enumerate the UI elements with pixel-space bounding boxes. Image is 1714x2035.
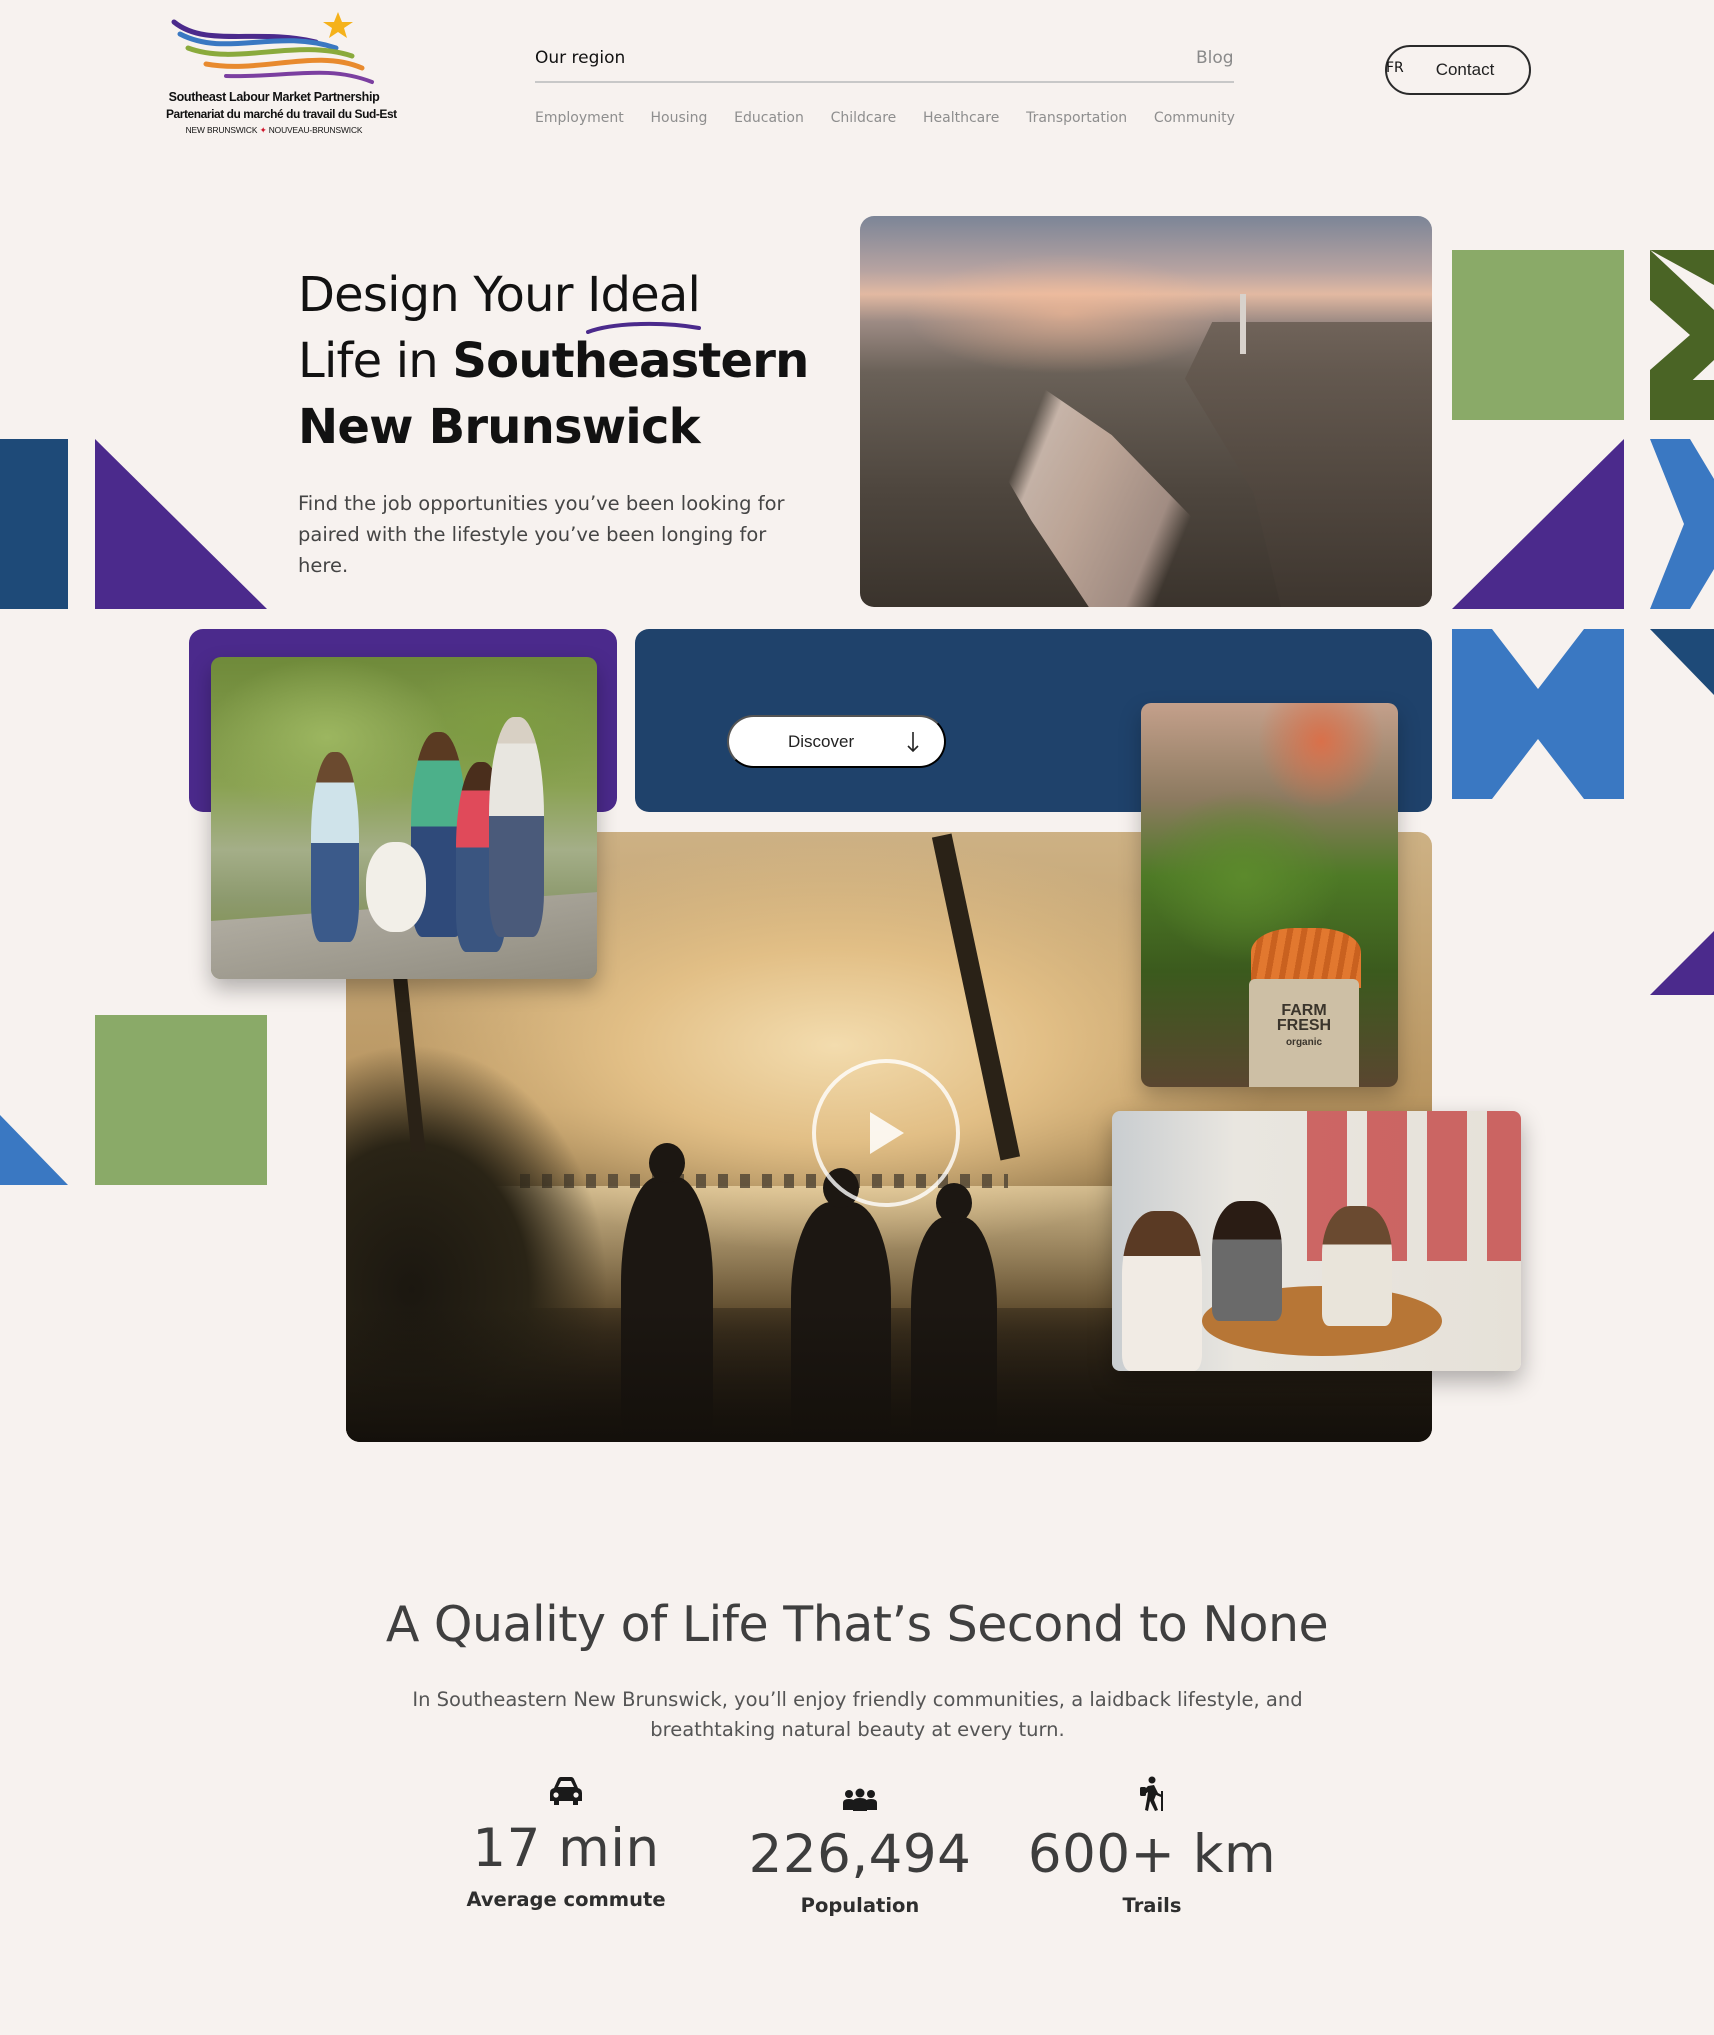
language-toggle-fr[interactable]: FR [1386,60,1404,76]
bag-label: FARM FRESH organic [1249,1003,1359,1050]
logo-text-province: NEW BRUNSWICK ✦ NOUVEAU-BRUNSWICK [166,125,382,135]
car-icon [436,1770,696,1806]
family-walking-photo [211,657,597,979]
subnav-childcare[interactable]: Childcare [831,110,897,126]
stat-population: 226,494 Population [730,1776,990,1917]
deco-navy-triangle-right [1650,629,1714,695]
logo-swoosh-icon [171,12,374,84]
person-shape [1122,1211,1202,1371]
subnav-transportation[interactable]: Transportation [1026,110,1127,126]
hero-subtitle: Find the job opportunities you’ve been l… [298,492,785,577]
logo-province-en: NEW BRUNSWICK [185,125,258,135]
stat-population-value: 226,494 [748,1824,972,1885]
quality-title: A Quality of Life That’s Second to None [385,1596,1329,1653]
hero-title-part1: Design Your [298,267,588,323]
stat-trails-value: 600+ km [1027,1824,1277,1885]
deco-purple-triangle-lower-right [1650,931,1714,995]
stat-trails: 600+ km Trails [1022,1776,1282,1917]
stat-trails-label: Trails [1122,1894,1182,1917]
restaurant-friends-photo [1112,1111,1521,1371]
logo-province-fr: NOUVEAU-BRUNSWICK [268,125,363,135]
subnav-healthcare[interactable]: Healthcare [923,110,999,126]
nav-our-region[interactable]: Our region [535,48,625,68]
bag-shape: FARM FRESH organic [1249,979,1359,1087]
deco-blue-triangle-left [0,1115,68,1185]
nav-blog[interactable]: Blog [1196,48,1234,68]
hero-title: Design Your Ideal Life in Southeastern N… [298,262,818,460]
contact-button[interactable]: Contact [1385,45,1531,95]
bag-label-line3: organic [1285,1037,1323,1048]
stat-commute-value: 17 min [472,1818,660,1879]
hiker-icon [1022,1776,1282,1812]
nav-divider [535,81,1234,83]
hero-title-part2: Life in [298,333,453,389]
deco-green-square-left [95,1015,267,1185]
dog-shape [366,842,426,932]
deco-blue-chevron-right [1650,439,1714,609]
stat-population-label: Population [800,1894,920,1917]
bag-label-line2: FRESH [1276,1017,1332,1034]
maple-leaf-icon: ✦ [259,125,267,135]
discover-label: Discover [788,731,855,751]
subnav-community[interactable]: Community [1154,110,1235,126]
subnav: Employment Housing Education Childcare H… [535,110,1235,126]
logo-text-fr: Partenariat du marché du travail du Sud-… [166,107,397,121]
person-shape [489,717,544,937]
arrow-down-icon [907,731,919,752]
person-shape [311,752,359,942]
tower-shape [1240,294,1247,355]
river-aerial-photo [860,216,1432,607]
hero-title-bold1: Southeastern [452,333,809,389]
deco-darkgreen-chevron-right [1650,250,1714,420]
hero-title-highlight: Ideal [586,262,702,334]
play-button[interactable] [812,1059,960,1207]
people-icon [730,1776,990,1812]
deco-purple-triangle-right [1452,439,1624,609]
deco-blue-rect-left [0,439,68,609]
person-shape [1397,1211,1507,1371]
stat-commute: 17 min Average commute [436,1770,696,1911]
logo-text-en: Southeast Labour Market Partnership [168,90,380,104]
subnav-employment[interactable]: Employment [535,110,624,126]
farmers-market-photo: FARM FRESH organic [1141,703,1398,1087]
deco-purple-triangle-left [95,439,267,609]
person-shape [1212,1201,1282,1321]
subnav-education[interactable]: Education [734,110,804,126]
hero-title-bold2: New Brunswick [298,399,701,455]
subnav-housing[interactable]: Housing [650,110,707,126]
person-shape [1322,1206,1392,1326]
stat-commute-label: Average commute [466,1888,666,1911]
hero-title-ideal: Ideal [587,267,701,323]
logo[interactable]: Southeast Labour Market Partnership Part… [166,8,397,140]
discover-button[interactable]: Discover [727,715,946,768]
deco-blue-bowtie-right [1452,629,1624,799]
play-icon [870,1112,904,1154]
underline-swoosh-icon [586,321,702,334]
deco-green-square-right [1452,250,1624,420]
quality-subtitle: In Southeastern New Brunswick, you’ll en… [412,1688,1303,1741]
